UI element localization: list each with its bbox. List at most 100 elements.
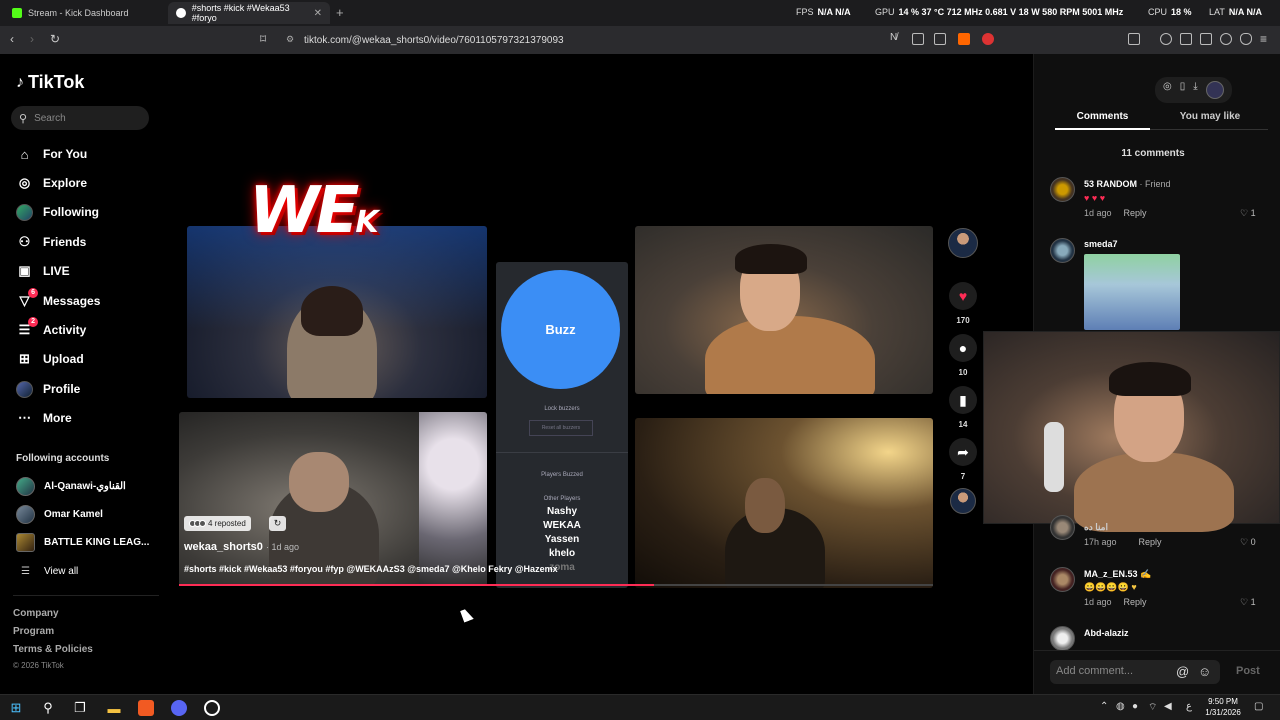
- nav-friends[interactable]: ⚇ Friends: [16, 232, 87, 252]
- volume-icon[interactable]: ◀: [1164, 701, 1172, 712]
- bookmark-icon[interactable]: ⌑: [260, 32, 266, 46]
- account-item[interactable]: BATTLE KING LEAG...: [16, 532, 149, 552]
- clock[interactable]: 9:50 PM 1/31/2026: [1198, 696, 1248, 718]
- wifi-icon[interactable]: ⌔: [1148, 701, 1157, 714]
- sound-avatar[interactable]: [950, 488, 976, 514]
- panel-icon[interactable]: [1180, 33, 1192, 45]
- cast-icon[interactable]: [912, 33, 924, 45]
- search-icon[interactable]: ⚲: [40, 700, 56, 716]
- emoji-icon[interactable]: ☺: [1198, 664, 1211, 679]
- reply-button[interactable]: Reply: [1124, 208, 1147, 218]
- compass-icon[interactable]: ◎: [1163, 81, 1172, 99]
- nav-label: More: [43, 411, 72, 425]
- file-explorer-icon[interactable]: ▬: [106, 700, 122, 716]
- tab-comments[interactable]: Comments: [1055, 111, 1150, 122]
- comment-author[interactable]: Abd-alaziz: [1084, 628, 1129, 638]
- overlay-logo: WEK: [249, 174, 379, 248]
- avatar[interactable]: [1050, 515, 1075, 540]
- nav-following[interactable]: Following: [16, 202, 99, 222]
- brave-icon[interactable]: [138, 700, 154, 716]
- save-button[interactable]: ▮ 14: [948, 386, 978, 429]
- nav-for-you[interactable]: ⌂ For You: [16, 144, 88, 164]
- discord-icon[interactable]: [171, 700, 187, 716]
- avatar: [16, 380, 33, 398]
- share-button[interactable]: ➦ 7: [948, 438, 978, 481]
- vpn-icon[interactable]: [1240, 33, 1252, 45]
- tray-chevron-icon[interactable]: ⌃: [1100, 701, 1108, 712]
- leo-ai-icon[interactable]: [1220, 33, 1232, 45]
- tab-kick-dashboard[interactable]: Stream - Kick Dashboard: [4, 2, 164, 24]
- nav-profile[interactable]: Profile: [16, 379, 80, 399]
- footer-terms[interactable]: Terms & Policies: [13, 644, 93, 655]
- share-icon[interactable]: [934, 33, 946, 45]
- comment-author[interactable]: امنا ده: [1084, 522, 1108, 533]
- nav-more[interactable]: ⋯ More: [16, 408, 72, 428]
- forward-icon[interactable]: ›: [30, 32, 34, 46]
- avatar[interactable]: [1050, 177, 1075, 202]
- account-item[interactable]: Omar Kamel: [16, 504, 103, 524]
- avatar[interactable]: [1050, 567, 1075, 592]
- reposted-badge[interactable]: 4 reposted: [184, 516, 251, 531]
- task-view-icon[interactable]: ❐: [72, 700, 88, 716]
- network-icon[interactable]: ◍: [1116, 701, 1125, 712]
- tab-tiktok-video[interactable]: #shorts #kick #Wekaa53 #foryo ✕: [168, 2, 330, 24]
- site-info-icon[interactable]: ⚙: [286, 34, 294, 45]
- comment-image[interactable]: [1084, 254, 1180, 330]
- video-player[interactable]: WEK Buzz Lock buzzers Reset all buzzers …: [165, 54, 1033, 694]
- comment-author[interactable]: smeda7: [1084, 239, 1118, 249]
- nav-live[interactable]: ▣ LIVE: [16, 261, 69, 281]
- tiktok-logo[interactable]: ♪ TikTok: [16, 72, 84, 93]
- add-comment-input[interactable]: Add comment...: [1050, 660, 1220, 684]
- reload-icon[interactable]: ↻: [50, 32, 60, 46]
- footer-company[interactable]: Company: [13, 608, 59, 619]
- search-input[interactable]: ⚲ Search: [11, 106, 149, 130]
- obs-icon[interactable]: [204, 700, 220, 716]
- like-button[interactable]: ♥ 170: [948, 282, 978, 325]
- nav-messages[interactable]: ▽ 6 Messages: [16, 287, 100, 311]
- rewards-icon[interactable]: [982, 33, 994, 45]
- nav-explore[interactable]: ◎ Explore: [16, 173, 87, 193]
- back-icon[interactable]: ‹: [10, 32, 14, 46]
- account-item[interactable]: Al-Qanawi-القناوي: [16, 476, 126, 496]
- wallet-icon[interactable]: [1200, 33, 1212, 45]
- comment-like[interactable]: ♡ 0: [1240, 537, 1256, 548]
- comment-button[interactable]: ● 10: [948, 334, 978, 377]
- creator-avatar[interactable]: [948, 228, 978, 258]
- comment-author[interactable]: MA_z_EN.53 ✍: [1084, 569, 1151, 580]
- comments-count: 11 comments: [1121, 148, 1185, 159]
- players-buzzed-label: Players Buzzed: [541, 472, 583, 478]
- avatar[interactable]: [1205, 81, 1224, 99]
- video-author[interactable]: wekaa_shorts0 · 1d ago: [184, 541, 299, 553]
- nav-upload[interactable]: ⊞ Upload: [16, 349, 84, 369]
- menu-icon[interactable]: ≡: [1260, 32, 1267, 46]
- video-progress-bar[interactable]: [179, 584, 933, 586]
- media-icon[interactable]: [1160, 33, 1172, 45]
- download-icon[interactable]: ⤓: [1193, 81, 1197, 99]
- brave-shield-icon[interactable]: [958, 33, 970, 45]
- footer-program[interactable]: Program: [13, 626, 54, 637]
- nav-activity[interactable]: ☰ 2 Activity: [16, 316, 86, 340]
- reply-button[interactable]: Reply: [1124, 597, 1147, 607]
- reply-button[interactable]: Reply: [1139, 537, 1162, 547]
- mic-icon[interactable]: ●: [1132, 701, 1138, 712]
- close-icon[interactable]: ✕: [314, 8, 322, 19]
- language-icon[interactable]: ع: [1186, 701, 1192, 712]
- avatar[interactable]: [1050, 626, 1075, 651]
- account-name: BATTLE KING LEAG...: [44, 536, 150, 548]
- mention-icon[interactable]: @: [1176, 664, 1189, 679]
- windows-start-icon[interactable]: ⊞: [8, 700, 24, 716]
- comment-author[interactable]: 53 RANDOM · Friend: [1084, 179, 1171, 189]
- sidebar-toggle-icon[interactable]: [1128, 33, 1140, 45]
- comment-like[interactable]: ♡ 1: [1240, 208, 1256, 219]
- avatar[interactable]: [1050, 238, 1075, 263]
- comment-like[interactable]: ♡ 1: [1240, 597, 1256, 608]
- tab-you-may-like[interactable]: You may like: [1150, 111, 1270, 122]
- picture-in-picture-webcam[interactable]: [983, 331, 1280, 532]
- new-tab-button[interactable]: +: [336, 5, 344, 20]
- repost-icon[interactable]: ↻: [269, 516, 286, 531]
- phone-icon[interactable]: ▯: [1180, 81, 1186, 99]
- notification-icon[interactable]: ▢: [1254, 701, 1263, 712]
- no-tracking-icon[interactable]: N̸: [890, 32, 897, 43]
- post-button[interactable]: Post: [1236, 665, 1260, 677]
- view-all-link[interactable]: ☰ View all: [16, 561, 78, 581]
